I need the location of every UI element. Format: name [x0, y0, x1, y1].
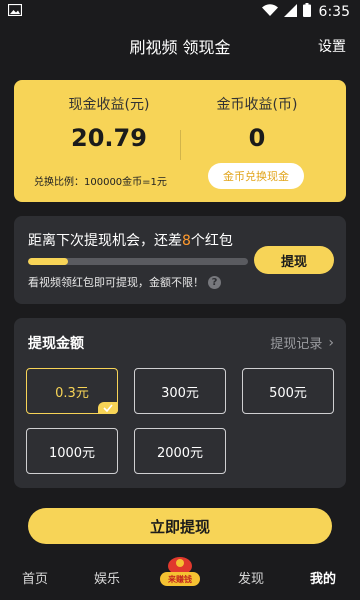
- chance-title: 距离下次提现机会，还差8个红包: [28, 230, 233, 250]
- amount-title: 提现金额: [28, 336, 84, 352]
- earnings-divider: [180, 130, 181, 160]
- header: 刷视频 领现金 设置: [0, 24, 360, 68]
- chevron-right-icon: ›: [328, 334, 334, 351]
- amount-option-1[interactable]: 300元: [134, 368, 226, 414]
- nav-item-earn[interactable]: 来赚钱: [160, 557, 200, 598]
- withdraw-button[interactable]: 提现: [254, 246, 334, 274]
- chance-title-prefix: 距离下次提现机会，还差: [28, 233, 182, 249]
- cash-earnings: 现金收益(元) 20.79: [44, 94, 174, 152]
- nav-item-entertainment[interactable]: 娱乐: [94, 568, 120, 587]
- nav-item-home[interactable]: 首页: [22, 568, 48, 587]
- exchange-coins-button[interactable]: 金币兑换现金: [208, 163, 304, 189]
- withdraw-record-label: 提现记录: [270, 337, 323, 352]
- chance-progress-fill: [28, 258, 68, 265]
- image-icon: [7, 3, 23, 20]
- amount-option-4[interactable]: 2000元: [134, 428, 226, 474]
- chance-progress-bar: [28, 258, 248, 265]
- cash-earnings-value: 20.79: [71, 124, 147, 152]
- wifi-icon: [261, 3, 278, 21]
- battery-icon: [302, 3, 311, 21]
- earnings-card: 现金收益(元) 20.79 金币收益(币) 0 兑换比例：100000金币=1元…: [14, 80, 346, 202]
- status-time: 6:35: [318, 4, 350, 20]
- chance-hint: 看视频领红包即可提现，金额不限！ ?: [28, 274, 221, 290]
- coin-earnings: 金币收益(币) 0: [192, 94, 322, 152]
- earn-badge: 来赚钱: [160, 572, 200, 586]
- amount-option-label: 0.3元: [55, 385, 89, 401]
- amount-option-label: 2000元: [156, 445, 204, 461]
- exchange-rate: 兑换比例：100000金币=1元: [34, 177, 167, 188]
- amount-option-0[interactable]: 0.3元: [26, 368, 118, 414]
- bottom-nav: 首页 娱乐 来赚钱 发现 我的: [0, 557, 360, 600]
- status-bar: 6:35: [0, 0, 360, 24]
- amount-option-3[interactable]: 1000元: [26, 428, 118, 474]
- amount-option-label: 1000元: [48, 445, 96, 461]
- withdraw-amount-card: 提现金额 提现记录 › 0.3元 300元 500元 1000元 2000元: [14, 318, 346, 488]
- withdraw-record-link[interactable]: 提现记录 ›: [270, 333, 334, 353]
- amount-option-2[interactable]: 500元: [242, 368, 334, 414]
- coin-earnings-label: 金币收益(币): [216, 97, 298, 113]
- chance-count: 8: [182, 233, 191, 249]
- amount-option-label: 300元: [161, 385, 199, 401]
- help-icon[interactable]: ?: [208, 275, 221, 289]
- coin-earnings-value: 0: [248, 124, 266, 152]
- settings-button[interactable]: 设置: [318, 36, 346, 56]
- nav-item-discover[interactable]: 发现: [238, 568, 264, 587]
- page-title: 刷视频 领现金: [129, 38, 231, 57]
- chance-hint-text: 看视频领红包即可提现，金额不限！: [28, 276, 204, 289]
- withdraw-chance-card: 距离下次提现机会，还差8个红包 看视频领红包即可提现，金额不限！ ? 提现: [14, 216, 346, 304]
- check-icon: [98, 402, 118, 414]
- nav-item-mine[interactable]: 我的: [310, 568, 336, 587]
- signal-icon: [283, 3, 297, 21]
- cash-earnings-label: 现金收益(元): [68, 97, 150, 113]
- chance-title-suffix: 个红包: [190, 233, 233, 249]
- withdraw-now-button[interactable]: 立即提现: [28, 508, 332, 544]
- amount-option-label: 500元: [269, 385, 307, 401]
